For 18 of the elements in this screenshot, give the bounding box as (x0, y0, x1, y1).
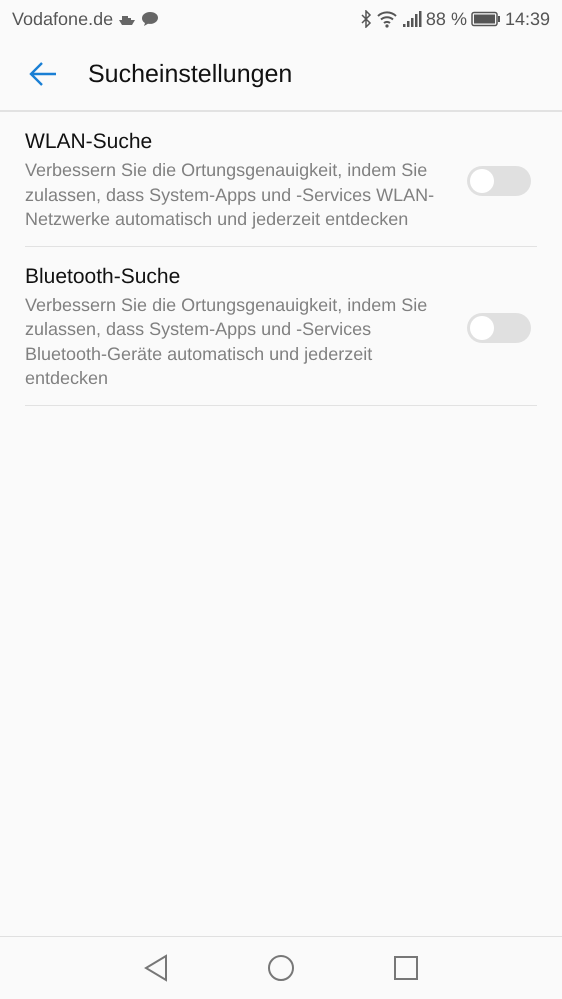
bluetooth-icon (360, 10, 372, 28)
wifi-icon (376, 10, 398, 28)
toggle-switch[interactable] (467, 312, 531, 342)
carrier-name: Vodafone.de (12, 8, 114, 30)
signal-icon (402, 10, 422, 28)
recents-icon[interactable] (393, 955, 419, 981)
chat-icon (141, 11, 160, 27)
setting-title: Bluetooth-Suche (25, 264, 182, 288)
toggle-switch[interactable] (467, 166, 531, 196)
setting-description: Verbessern Sie die Ortungsgenauigkeit, indem Sie zulassen, dass System-Apps und -Services Bluetooth-Geräte automatisch und jederzeit entdecken (25, 294, 428, 390)
battery-percentage: 88 % (426, 8, 467, 30)
back-nav-icon[interactable] (143, 954, 169, 982)
home-icon[interactable] (267, 954, 295, 982)
setting-description: Verbessern Sie die Ortungsgenauigkeit, indem Sie zulassen, dass System-Apps und -Services WLAN-Netzwerke automatisch und jederzeit entdecken (25, 159, 435, 231)
setting-title: WLAN-Suche (25, 130, 154, 154)
page-title: Sucheinstellungen (88, 60, 292, 88)
battery-icon (470, 11, 501, 27)
clock-time: 14:39 (504, 8, 550, 30)
